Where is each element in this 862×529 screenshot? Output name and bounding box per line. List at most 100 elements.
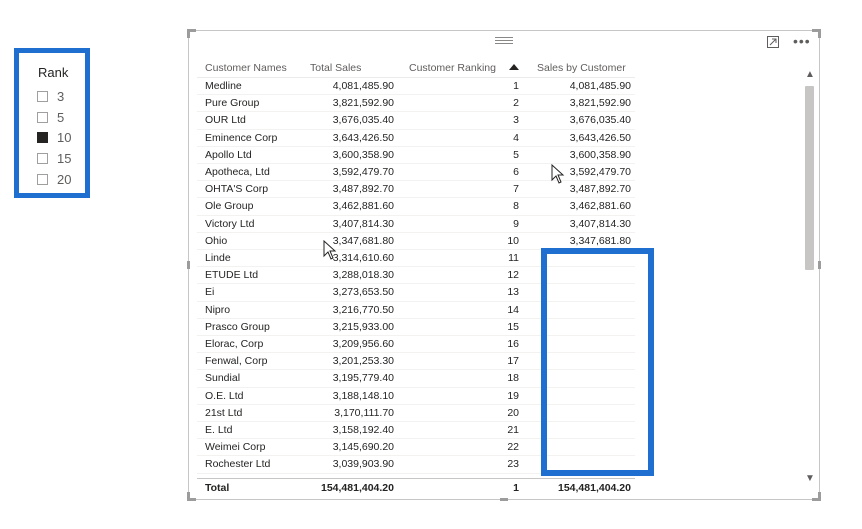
cell-customer-ranking: 22	[507, 441, 519, 454]
cell-customer-name: OHTA'S Corp	[205, 183, 269, 196]
slicer-item-label: 15	[57, 150, 72, 166]
table-visual[interactable]: ••• Customer Names Total Sales Customer …	[187, 29, 821, 501]
cell-total-sales: 4,081,485.90	[332, 80, 394, 92]
table-row[interactable]: OHTA'S Corp 3,487,892.70 7 3,487,892.70	[189, 181, 639, 199]
sort-ascending-icon[interactable]	[509, 64, 519, 70]
cell-total-sales: 3,209,956.60	[332, 338, 394, 350]
checkbox[interactable]	[37, 173, 48, 185]
resize-handle-bottom-right[interactable]	[812, 492, 821, 501]
slicer-list: 3 5 10 15 20	[37, 86, 71, 189]
cell-customer-ranking: 2	[513, 97, 519, 110]
cell-customer-name: Apollo Ltd	[205, 148, 252, 161]
scrollbar-thumb[interactable]	[805, 86, 814, 270]
resize-handle-bottom-left[interactable]	[187, 492, 196, 501]
cell-customer-name: Apotheca, Ltd	[205, 166, 270, 178]
cell-total-sales: 3,195,779.40	[332, 372, 394, 385]
cell-sales-by-customer: 3,347,681.80	[569, 234, 631, 247]
focus-mode-icon[interactable]	[767, 36, 779, 48]
cell-customer-name: OUR Ltd	[205, 114, 246, 127]
cell-customer-ranking: 4	[513, 131, 519, 144]
cell-customer-name: O.E. Ltd	[205, 389, 244, 402]
checkbox[interactable]	[37, 132, 48, 144]
rank-slicer: Rank 3 5 10 15 20	[14, 48, 90, 198]
cell-customer-ranking: 23	[507, 458, 519, 471]
more-options-icon[interactable]: •••	[793, 33, 811, 49]
drag-grip-icon[interactable]	[495, 37, 513, 45]
checkbox[interactable]	[37, 152, 48, 164]
cell-customer-ranking: 20	[507, 406, 519, 419]
resize-handle-top-right[interactable]	[812, 29, 821, 38]
cell-total-sales: 3,145,690.20	[332, 441, 394, 454]
cell-customer-name: E. Ltd	[205, 424, 233, 436]
slicer-item-15[interactable]: 15	[37, 148, 71, 169]
resize-handle-right[interactable]	[818, 261, 821, 269]
table-row[interactable]: Eminence Corp 3,643,426.50 4 3,643,426.50	[189, 130, 639, 147]
table-row[interactable]: Apollo Ltd 3,600,358.90 5 3,600,358.90	[189, 147, 639, 164]
total-sales-by-customer-value: 154,481,404.20	[558, 482, 631, 494]
cell-customer-ranking: 19	[507, 389, 519, 402]
slicer-item-3[interactable]: 3	[37, 86, 71, 107]
cell-total-sales: 3,462,881.60	[332, 200, 394, 213]
slicer-item-10[interactable]: 10	[37, 127, 71, 148]
scroll-down-icon[interactable]: ▼	[805, 473, 815, 484]
cell-customer-name: Ohio	[205, 234, 228, 247]
highlight-box	[541, 248, 654, 476]
cell-total-sales: 3,216,770.50	[332, 303, 394, 316]
table-row[interactable]: Apotheca, Ltd 3,592,479.70 6 3,592,479.70	[189, 164, 639, 182]
mouse-cursor-icon	[551, 164, 565, 184]
cell-customer-ranking: 11	[508, 252, 519, 264]
cell-sales-by-customer: 3,643,426.50	[569, 131, 631, 144]
cell-total-sales: 3,273,653.50	[332, 286, 394, 299]
cell-customer-name: Linde	[205, 252, 231, 264]
cell-total-sales: 3,821,592.90	[332, 97, 394, 110]
header-customer-names[interactable]: Customer Names	[205, 62, 287, 78]
slicer-item-5[interactable]: 5	[37, 107, 71, 128]
table-row[interactable]: Victory Ltd 3,407,814.30 9 3,407,814.30	[189, 216, 639, 233]
cell-customer-name: Ole Group	[205, 200, 254, 213]
header-sales-by-customer[interactable]: Sales by Customer	[537, 62, 626, 78]
slicer-item-label: 5	[57, 109, 65, 125]
cell-customer-name: Pure Group	[205, 97, 260, 110]
cell-sales-by-customer: 3,600,358.90	[569, 148, 631, 161]
table-row[interactable]: Medline 4,081,485.90 1 4,081,485.90	[189, 78, 639, 96]
cell-customer-name: Victory Ltd	[205, 217, 255, 230]
checkbox[interactable]	[37, 90, 48, 102]
cell-customer-name: Prasco Group	[205, 320, 270, 333]
cell-customer-name: ETUDE Ltd	[205, 269, 259, 282]
cell-customer-ranking: 18	[507, 372, 519, 385]
cell-total-sales: 3,201,253.30	[332, 355, 394, 368]
resize-handle-top-left[interactable]	[187, 29, 196, 38]
cell-customer-ranking: 16	[507, 338, 519, 350]
table-row[interactable]: Pure Group 3,821,592.90 2 3,821,592.90	[189, 95, 639, 113]
cell-total-sales: 3,215,933.00	[332, 320, 394, 333]
cell-customer-ranking: 7	[513, 183, 519, 196]
cell-total-sales: 3,592,479.70	[332, 166, 394, 178]
resize-handle-bottom[interactable]	[500, 498, 508, 501]
slicer-item-20[interactable]: 20	[37, 169, 71, 190]
cell-total-sales: 3,314,610.60	[332, 252, 394, 264]
cell-total-sales: 3,347,681.80	[332, 234, 394, 247]
cell-customer-name: Rochester Ltd	[205, 458, 271, 471]
cell-total-sales: 3,288,018.30	[332, 269, 394, 282]
cell-customer-name: Weimei Corp	[205, 441, 266, 454]
table-row[interactable]: OUR Ltd 3,676,035.40 3 3,676,035.40	[189, 112, 639, 130]
cell-customer-ranking: 8	[513, 200, 519, 213]
cell-total-sales: 3,407,814.30	[332, 217, 394, 230]
cell-customer-ranking: 12	[507, 269, 519, 282]
table-row[interactable]: Ole Group 3,462,881.60 8 3,462,881.60	[189, 198, 639, 216]
slicer-title: Rank	[38, 65, 69, 80]
cell-customer-ranking: 10	[507, 234, 519, 247]
cell-customer-name: Sundial	[205, 372, 241, 385]
header-total-sales[interactable]: Total Sales	[310, 62, 361, 78]
cell-customer-ranking: 14	[507, 303, 519, 316]
cell-customer-name: Medline	[205, 80, 242, 92]
scroll-up-icon[interactable]: ▲	[805, 69, 815, 80]
cell-total-sales: 3,487,892.70	[332, 183, 394, 196]
slicer-item-label: 3	[57, 88, 65, 104]
cell-total-sales: 3,188,148.10	[332, 389, 394, 402]
checkbox[interactable]	[37, 111, 48, 123]
cell-customer-name: 21st Ltd	[205, 406, 243, 419]
slicer-item-label: 20	[57, 171, 72, 187]
cell-customer-ranking: 6	[513, 166, 519, 178]
header-customer-ranking[interactable]: Customer Ranking	[409, 62, 496, 78]
